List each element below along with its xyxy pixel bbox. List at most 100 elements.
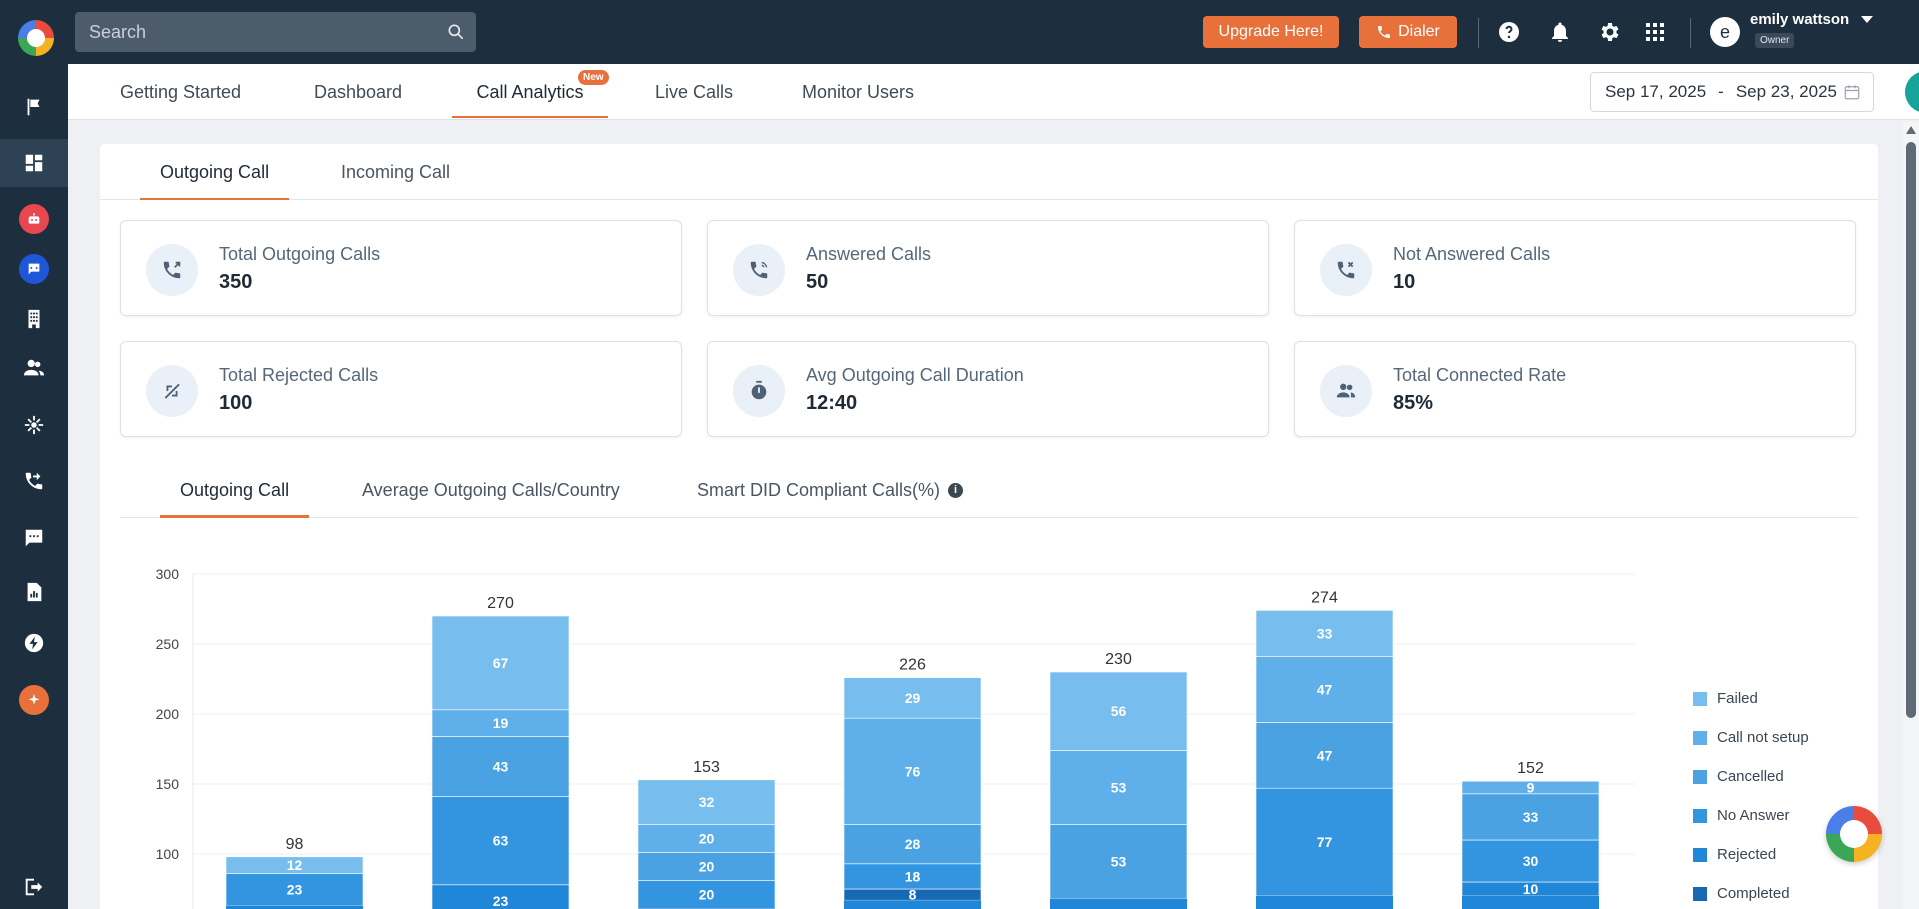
help-icon[interactable] xyxy=(1497,20,1521,44)
search-input[interactable] xyxy=(75,12,435,52)
stat-value: 10 xyxy=(1393,271,1416,293)
bar-segment-label: 23 xyxy=(493,893,509,909)
legend-label: Completed xyxy=(1717,885,1790,902)
legend-item[interactable]: Failed xyxy=(1693,690,1758,707)
tab-incoming-call[interactable]: Incoming Call xyxy=(341,144,450,200)
bar-segment-label: 23 xyxy=(287,882,303,898)
chat-bot-icon[interactable] xyxy=(0,245,68,293)
avatar[interactable]: e xyxy=(1710,17,1740,47)
bar-total-label: 153 xyxy=(693,759,720,776)
reports-icon[interactable] xyxy=(0,568,68,616)
legend-label: Rejected xyxy=(1717,846,1777,863)
active-tab-indicator xyxy=(140,198,290,200)
search-icon[interactable] xyxy=(446,22,466,42)
rejected-call-icon xyxy=(146,365,198,417)
legend-label: Call not setup xyxy=(1717,729,1809,746)
date-range-picker[interactable]: Sep 17, 2025 - Sep 23, 2025 xyxy=(1590,72,1874,112)
bar-segment-label: 30 xyxy=(1523,853,1539,869)
page-scrollbar[interactable] xyxy=(1902,122,1919,909)
bar-total-label: 274 xyxy=(1311,589,1338,606)
bar-segment-label: 63 xyxy=(493,833,509,849)
bar-segment-label: 12 xyxy=(287,857,303,873)
bar-segment-label: 56 xyxy=(1111,703,1127,719)
flag-icon[interactable] xyxy=(0,83,68,131)
dialer-button[interactable]: Dialer xyxy=(1359,16,1457,48)
legend-item[interactable]: Completed xyxy=(1693,885,1790,902)
phone-building-icon[interactable] xyxy=(0,295,68,343)
tab-smart-did-compliant[interactable]: Smart DID Compliant Calls(%) i xyxy=(697,462,964,518)
tab-chart-outgoing-call[interactable]: Outgoing Call xyxy=(160,462,310,518)
info-icon[interactable]: i xyxy=(948,482,964,498)
upgrade-label: Upgrade Here! xyxy=(1218,23,1324,40)
tab-label: Average Outgoing Calls/Country xyxy=(362,479,620,500)
bar-segment-label: 9 xyxy=(1527,780,1535,796)
stat-value: 350 xyxy=(219,271,253,293)
tab-outgoing-call[interactable]: Outgoing Call xyxy=(140,144,290,200)
dialer-label: Dialer xyxy=(1398,23,1440,40)
new-badge: New xyxy=(578,70,609,85)
logout-icon[interactable] xyxy=(0,863,68,909)
stat-answered-calls: Answered Calls 50 xyxy=(707,220,1269,316)
tab-monitor-users[interactable]: Monitor Users xyxy=(802,64,914,120)
outgoing-call-icon xyxy=(146,244,198,296)
tab-getting-started[interactable]: Getting Started xyxy=(120,64,241,120)
bar-segment-label: 53 xyxy=(1111,854,1127,870)
legend-item[interactable]: No Answer xyxy=(1693,807,1790,824)
settings-icon[interactable] xyxy=(1597,20,1621,44)
tab-label: Call Analytics xyxy=(476,81,584,102)
bar-total-label: 226 xyxy=(899,657,926,674)
tab-call-analytics[interactable]: Call Analytics New xyxy=(452,64,609,120)
dashboard-icon[interactable] xyxy=(0,139,68,187)
user-name[interactable]: emily wattson xyxy=(1750,11,1849,28)
integrations-icon[interactable] xyxy=(0,401,68,449)
bar-segment xyxy=(1256,896,1393,909)
bar-segment-label: 20 xyxy=(699,887,715,903)
bar-segment-label: 19 xyxy=(493,715,509,731)
bell-icon[interactable] xyxy=(1548,20,1572,44)
bar-segment-label: 33 xyxy=(1523,809,1539,825)
tab-label: Live Calls xyxy=(655,81,734,102)
sms-icon[interactable] xyxy=(0,514,68,562)
date-separator: - xyxy=(1718,82,1724,101)
tab-label: Monitor Users xyxy=(802,81,915,102)
tab-avg-outgoing-calls-country[interactable]: Average Outgoing Calls/Country xyxy=(362,462,620,518)
chevron-down-icon[interactable] xyxy=(1861,16,1873,23)
outgoing-call-stacked-bar-chart: 100 150 200 250 300 23 12 98 23 63 43 19 67 270 20 20 20… xyxy=(156,566,1635,909)
call-flow-icon[interactable] xyxy=(0,457,68,505)
bar-segment-label: 47 xyxy=(1317,747,1333,763)
legend-swatch xyxy=(1693,808,1707,823)
power-icon[interactable] xyxy=(0,619,68,667)
legend-swatch xyxy=(1693,769,1707,784)
stat-total-connected-rate: Total Connected Rate 85% xyxy=(1294,341,1856,437)
tab-dashboard[interactable]: Dashboard xyxy=(314,64,402,120)
nav-bar: Getting Started Dashboard Call Analytics… xyxy=(68,64,1919,120)
bar-segment-label: 20 xyxy=(699,831,715,847)
legend-item[interactable]: Call not setup xyxy=(1693,729,1809,746)
bar-segment-label: 33 xyxy=(1317,626,1333,642)
assistant-launcher-icon[interactable] xyxy=(1826,806,1882,862)
users-icon[interactable] xyxy=(0,344,68,392)
apps-grid-icon[interactable] xyxy=(1643,20,1667,44)
stat-value: 100 xyxy=(219,392,253,414)
tab-live-calls[interactable]: Live Calls xyxy=(655,64,733,120)
stat-label: Not Answered Calls xyxy=(1393,244,1551,264)
stat-label: Answered Calls xyxy=(806,244,932,264)
bar-segment xyxy=(1050,898,1187,909)
legend-item[interactable]: Cancelled xyxy=(1693,768,1784,785)
filter-button[interactable] xyxy=(1905,71,1919,113)
app-logo-icon[interactable] xyxy=(18,20,54,56)
ai-assistant-icon[interactable] xyxy=(0,676,68,724)
stat-label: Total Connected Rate xyxy=(1393,365,1567,385)
scroll-up-arrow-icon[interactable] xyxy=(1906,126,1916,134)
stat-value: 85% xyxy=(1393,392,1434,414)
legend-item[interactable]: Rejected xyxy=(1693,846,1776,863)
bar-segment xyxy=(1462,896,1599,909)
bar-segment-label: 76 xyxy=(905,763,921,779)
y-tick-label: 100 xyxy=(156,846,180,862)
scrollbar-thumb[interactable] xyxy=(1906,142,1916,718)
bar-segment-label: 10 xyxy=(1523,881,1539,897)
top-bar xyxy=(68,0,1919,64)
bot-icon[interactable] xyxy=(0,195,68,243)
upgrade-button[interactable]: Upgrade Here! xyxy=(1203,16,1339,48)
chart-tabs: Outgoing Call Average Outgoing Calls/Cou… xyxy=(120,462,1858,518)
